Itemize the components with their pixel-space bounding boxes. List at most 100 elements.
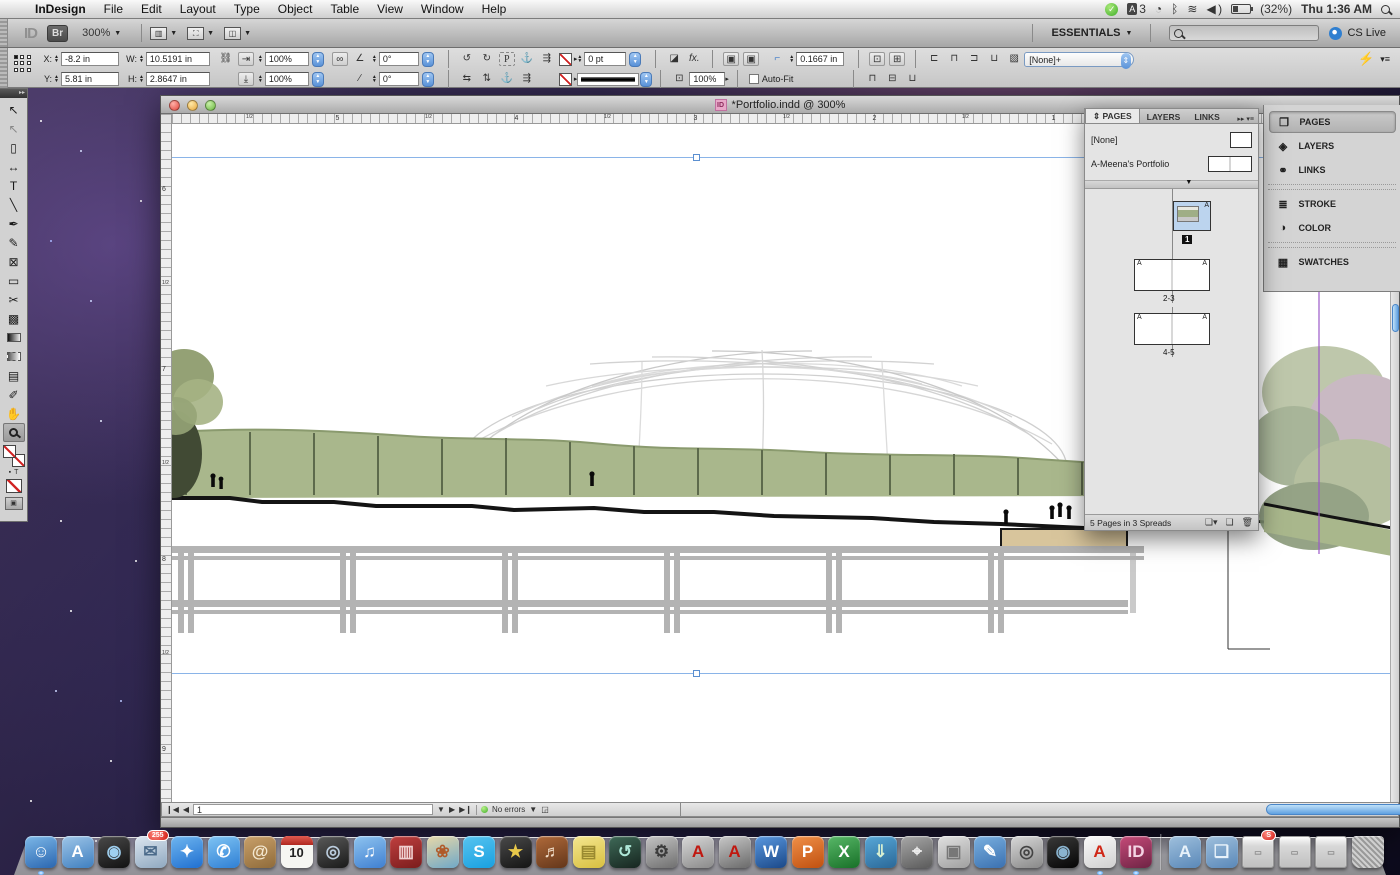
zoom-button[interactable] xyxy=(205,100,216,111)
dock-system-preferences[interactable]: ⚙ xyxy=(645,834,679,870)
select-container-icon[interactable]: P xyxy=(499,52,515,66)
dock-web-downloader[interactable]: ⇓ xyxy=(864,834,898,870)
horizontal-scroll-thumb[interactable] xyxy=(1266,804,1400,815)
fit-frame-icon[interactable]: ⊞ xyxy=(889,52,905,66)
corner-radius-field[interactable]: ⌐ ▲▼0.1667 in xyxy=(767,52,844,66)
dock-ms-excel[interactable]: X xyxy=(827,834,861,870)
stroke-weight-field[interactable]: ▲▼0 pt▲▼ xyxy=(577,52,641,67)
apply-none-button[interactable] xyxy=(6,479,22,493)
selection-tool[interactable]: ↖ xyxy=(3,100,25,119)
close-button[interactable] xyxy=(169,100,180,111)
wifi-icon[interactable]: ≋ xyxy=(1187,2,1197,16)
dock-airport-utility[interactable]: ⌖ xyxy=(900,834,934,870)
first-page-button[interactable]: ❙◀ xyxy=(166,805,179,814)
tab-links[interactable]: LINKS xyxy=(1187,110,1227,123)
flip-vertical-icon[interactable]: ⇅ xyxy=(479,72,495,86)
zoom-tool[interactable] xyxy=(3,423,25,442)
dock-ms-word[interactable]: W xyxy=(754,834,788,870)
dock-dashboard[interactable]: ◉ xyxy=(97,834,131,870)
master-page-a[interactable]: A-Meena's Portfolio xyxy=(1091,152,1252,176)
masters-pages-divider[interactable] xyxy=(1085,181,1258,189)
distribute-icon[interactable]: ⊔ xyxy=(986,52,1002,66)
align-bottom-icon[interactable]: ⊔ xyxy=(904,72,920,86)
object-style-dropdown[interactable]: [None]+ xyxy=(1024,52,1134,67)
menu-edit[interactable]: Edit xyxy=(132,2,171,16)
horizontal-scrollbar[interactable] xyxy=(681,802,1399,817)
align-left-icon[interactable]: ⊏ xyxy=(926,52,942,66)
menu-help[interactable]: Help xyxy=(473,2,516,16)
height-field[interactable]: H:▲▼ 2.8647 in xyxy=(125,72,210,86)
search-input[interactable] xyxy=(1169,25,1319,41)
gradient-feather-tool[interactable] xyxy=(3,347,25,366)
arrange-documents-dropdown[interactable]: ◫▼ xyxy=(224,27,251,40)
eyedropper-tool[interactable]: ✐ xyxy=(3,385,25,404)
minimize-button[interactable] xyxy=(187,100,198,111)
workspace-switcher[interactable]: ESSENTIALS▼ xyxy=(1051,27,1132,39)
constrain-dimensions-icon[interactable]: ⛓ xyxy=(218,52,234,66)
new-page-icon[interactable]: ❏ xyxy=(1225,517,1233,528)
dock-address-book[interactable]: @ xyxy=(243,834,277,870)
formatting-text-icon[interactable]: T xyxy=(14,469,18,476)
opacity-field[interactable]: 100% xyxy=(689,72,725,86)
selection-handle-bottom[interactable] xyxy=(693,670,700,677)
selection-handle-top[interactable] xyxy=(693,154,700,161)
menu-file[interactable]: File xyxy=(95,2,132,16)
sync-status-icon[interactable]: ✓ xyxy=(1105,3,1118,16)
select-next-object-icon[interactable]: ⇶ xyxy=(539,52,555,66)
screen-mode-button[interactable]: ▣ xyxy=(5,497,23,510)
battery-icon[interactable] xyxy=(1231,4,1251,14)
dock-acrobat[interactable]: A xyxy=(1083,834,1117,870)
zoom-level-dropdown[interactable]: 300%▼ xyxy=(82,27,121,39)
vertical-ruler[interactable]: 61/271/281/29 xyxy=(161,114,172,802)
panel-menu-icon[interactable]: ▾≡ xyxy=(1246,116,1254,123)
dock-button-pages[interactable]: ❐PAGES xyxy=(1269,111,1396,133)
panel-menu-icon[interactable]: ▾≡ xyxy=(1380,54,1400,65)
autofit-checkbox[interactable] xyxy=(749,74,759,84)
menu-window[interactable]: Window xyxy=(412,2,473,16)
scale-x-field[interactable]: ⇥▲▼ 100%▲▼ xyxy=(236,52,324,67)
gap-tool[interactable]: ↔ xyxy=(3,157,25,176)
selection-bottom-edge[interactable] xyxy=(172,673,1390,674)
align-right-icon[interactable]: ⊐ xyxy=(966,52,982,66)
last-page-button[interactable]: ▶❙ xyxy=(459,805,472,814)
dock-minimized-window-safari-1[interactable]: ▭ xyxy=(1278,834,1312,870)
dock-autocad-ws[interactable]: A xyxy=(718,834,752,870)
spotlight-icon[interactable] xyxy=(1381,5,1390,14)
direct-selection-tool[interactable]: ↖ xyxy=(3,119,25,138)
dock-applications-folder[interactable]: A xyxy=(1168,834,1202,870)
dock-skype[interactable]: S xyxy=(462,834,496,870)
constrain-scale-link-icon[interactable]: ∞ xyxy=(332,52,348,66)
tools-panel-collapse-icon[interactable]: ▸▸ xyxy=(0,89,27,98)
view-options-dropdown[interactable]: ▥▼ xyxy=(150,27,177,40)
select-last-object-icon[interactable]: ⇶ xyxy=(519,72,535,86)
panel-collapse-icon[interactable]: ▸▸ xyxy=(1237,116,1244,123)
frame-tool[interactable]: ⊠ xyxy=(3,252,25,271)
menu-view[interactable]: View xyxy=(368,2,412,16)
fill-stroke-swatch-widget[interactable] xyxy=(3,445,25,467)
next-page-button[interactable]: ▶ xyxy=(449,805,455,814)
menu-type[interactable]: Type xyxy=(225,2,269,16)
pen-tool[interactable]: ✒ xyxy=(3,214,25,233)
stroke-color-none-swatch[interactable] xyxy=(559,53,572,66)
note-tool[interactable]: ▤ xyxy=(3,366,25,385)
dock-drawing-app[interactable]: ✎ xyxy=(973,834,1007,870)
line-tool[interactable]: ╲ xyxy=(3,195,25,214)
bridge-button[interactable]: Br xyxy=(47,25,68,42)
dock-image-capture[interactable]: ◎ xyxy=(1010,834,1044,870)
menu-object[interactable]: Object xyxy=(269,2,322,16)
preflight-panel-icon[interactable]: ◲ xyxy=(541,805,549,814)
menu-layout[interactable]: Layout xyxy=(171,2,225,16)
align-center-icon[interactable]: ⊓ xyxy=(946,52,962,66)
rotate-ccw-icon[interactable]: ↺ xyxy=(459,52,475,66)
scissors-tool[interactable]: ✂ xyxy=(3,290,25,309)
dock-minimized-window-safari-2[interactable]: ▭ xyxy=(1314,834,1348,870)
width-field[interactable]: W:▲▼ 10.5191 in xyxy=(125,52,210,66)
select-content-icon[interactable]: ⚓ xyxy=(519,52,535,66)
align-middle-icon[interactable]: ⊟ xyxy=(884,72,900,86)
gradient-tool[interactable] xyxy=(3,328,25,347)
object-effects-icon[interactable]: fx. xyxy=(686,52,702,66)
input-source-icon[interactable]: A xyxy=(1127,3,1137,15)
spread-4-5-thumbnail[interactable]: AA xyxy=(1134,313,1210,345)
page-number-field[interactable]: 1 xyxy=(193,804,433,815)
page-list-dropdown-icon[interactable]: ▼ xyxy=(437,805,445,814)
